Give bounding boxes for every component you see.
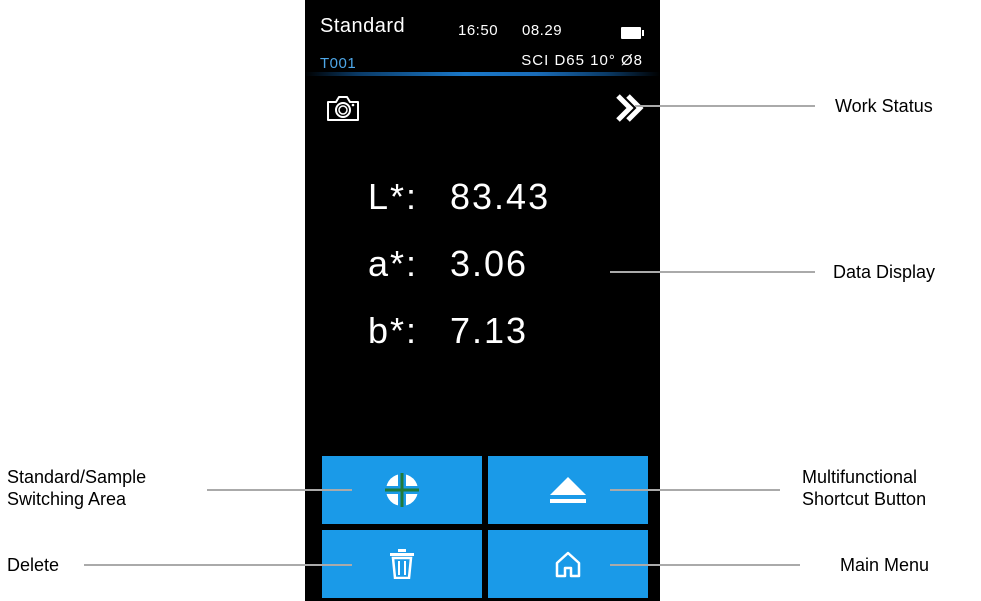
- callout-standard-sample-line2: Switching Area: [7, 489, 127, 509]
- callout-line-switching: [207, 489, 352, 491]
- callout-main-menu: Main Menu: [840, 555, 930, 575]
- device-screen: Standard 16:50 08.29 T001 SCI D65 10° Ø8…: [305, 0, 660, 601]
- callout-data-display: Data Display: [833, 262, 936, 282]
- home-icon: [555, 551, 581, 578]
- callout-line-delete: [84, 564, 352, 566]
- trash-icon: [390, 549, 414, 579]
- callout-line-work-status: [635, 105, 815, 107]
- callout-line-data-display: [610, 271, 815, 273]
- reading-label: L*:: [368, 176, 419, 217]
- mode-title: Standard: [320, 15, 406, 37]
- callout-multifunctional-line1: Multifunctional: [802, 467, 918, 487]
- crosshair-circle-icon: [385, 473, 419, 507]
- callout-standard-sample-line1: Standard/Sample: [7, 467, 147, 487]
- status-date: 08.29: [522, 22, 563, 39]
- reading-value: 83.43: [450, 176, 551, 217]
- reading-label: a*:: [368, 243, 419, 284]
- double-chevron-right-icon[interactable]: [610, 91, 648, 125]
- battery-icon: [621, 27, 644, 39]
- reading-label: b*:: [368, 310, 419, 351]
- callout-work-status: Work Status: [835, 96, 933, 116]
- reading-b: b*: 7.13: [368, 310, 528, 352]
- reading-a: a*: 3.06: [368, 243, 528, 285]
- measurement-conditions: SCI D65 10° Ø8: [521, 52, 643, 69]
- status-divider: [305, 72, 660, 76]
- callout-standard-sample: Standard/Sample Switching Area: [7, 466, 146, 510]
- camera-icon[interactable]: [325, 93, 361, 123]
- callout-multifunctional: Multifunctional Shortcut Button: [802, 466, 926, 510]
- record-id: T001: [320, 55, 357, 72]
- eject-icon: [550, 477, 586, 503]
- reading-value: 7.13: [450, 310, 529, 351]
- reading-l: L*: 83.43: [368, 176, 550, 218]
- status-time: 16:50: [458, 22, 499, 39]
- callout-line-shortcut: [610, 489, 780, 491]
- callout-multifunctional-line2: Shortcut Button: [802, 489, 927, 509]
- reading-value: 3.06: [450, 243, 529, 284]
- callout-delete: Delete: [7, 555, 60, 575]
- callout-line-main-menu: [610, 564, 800, 566]
